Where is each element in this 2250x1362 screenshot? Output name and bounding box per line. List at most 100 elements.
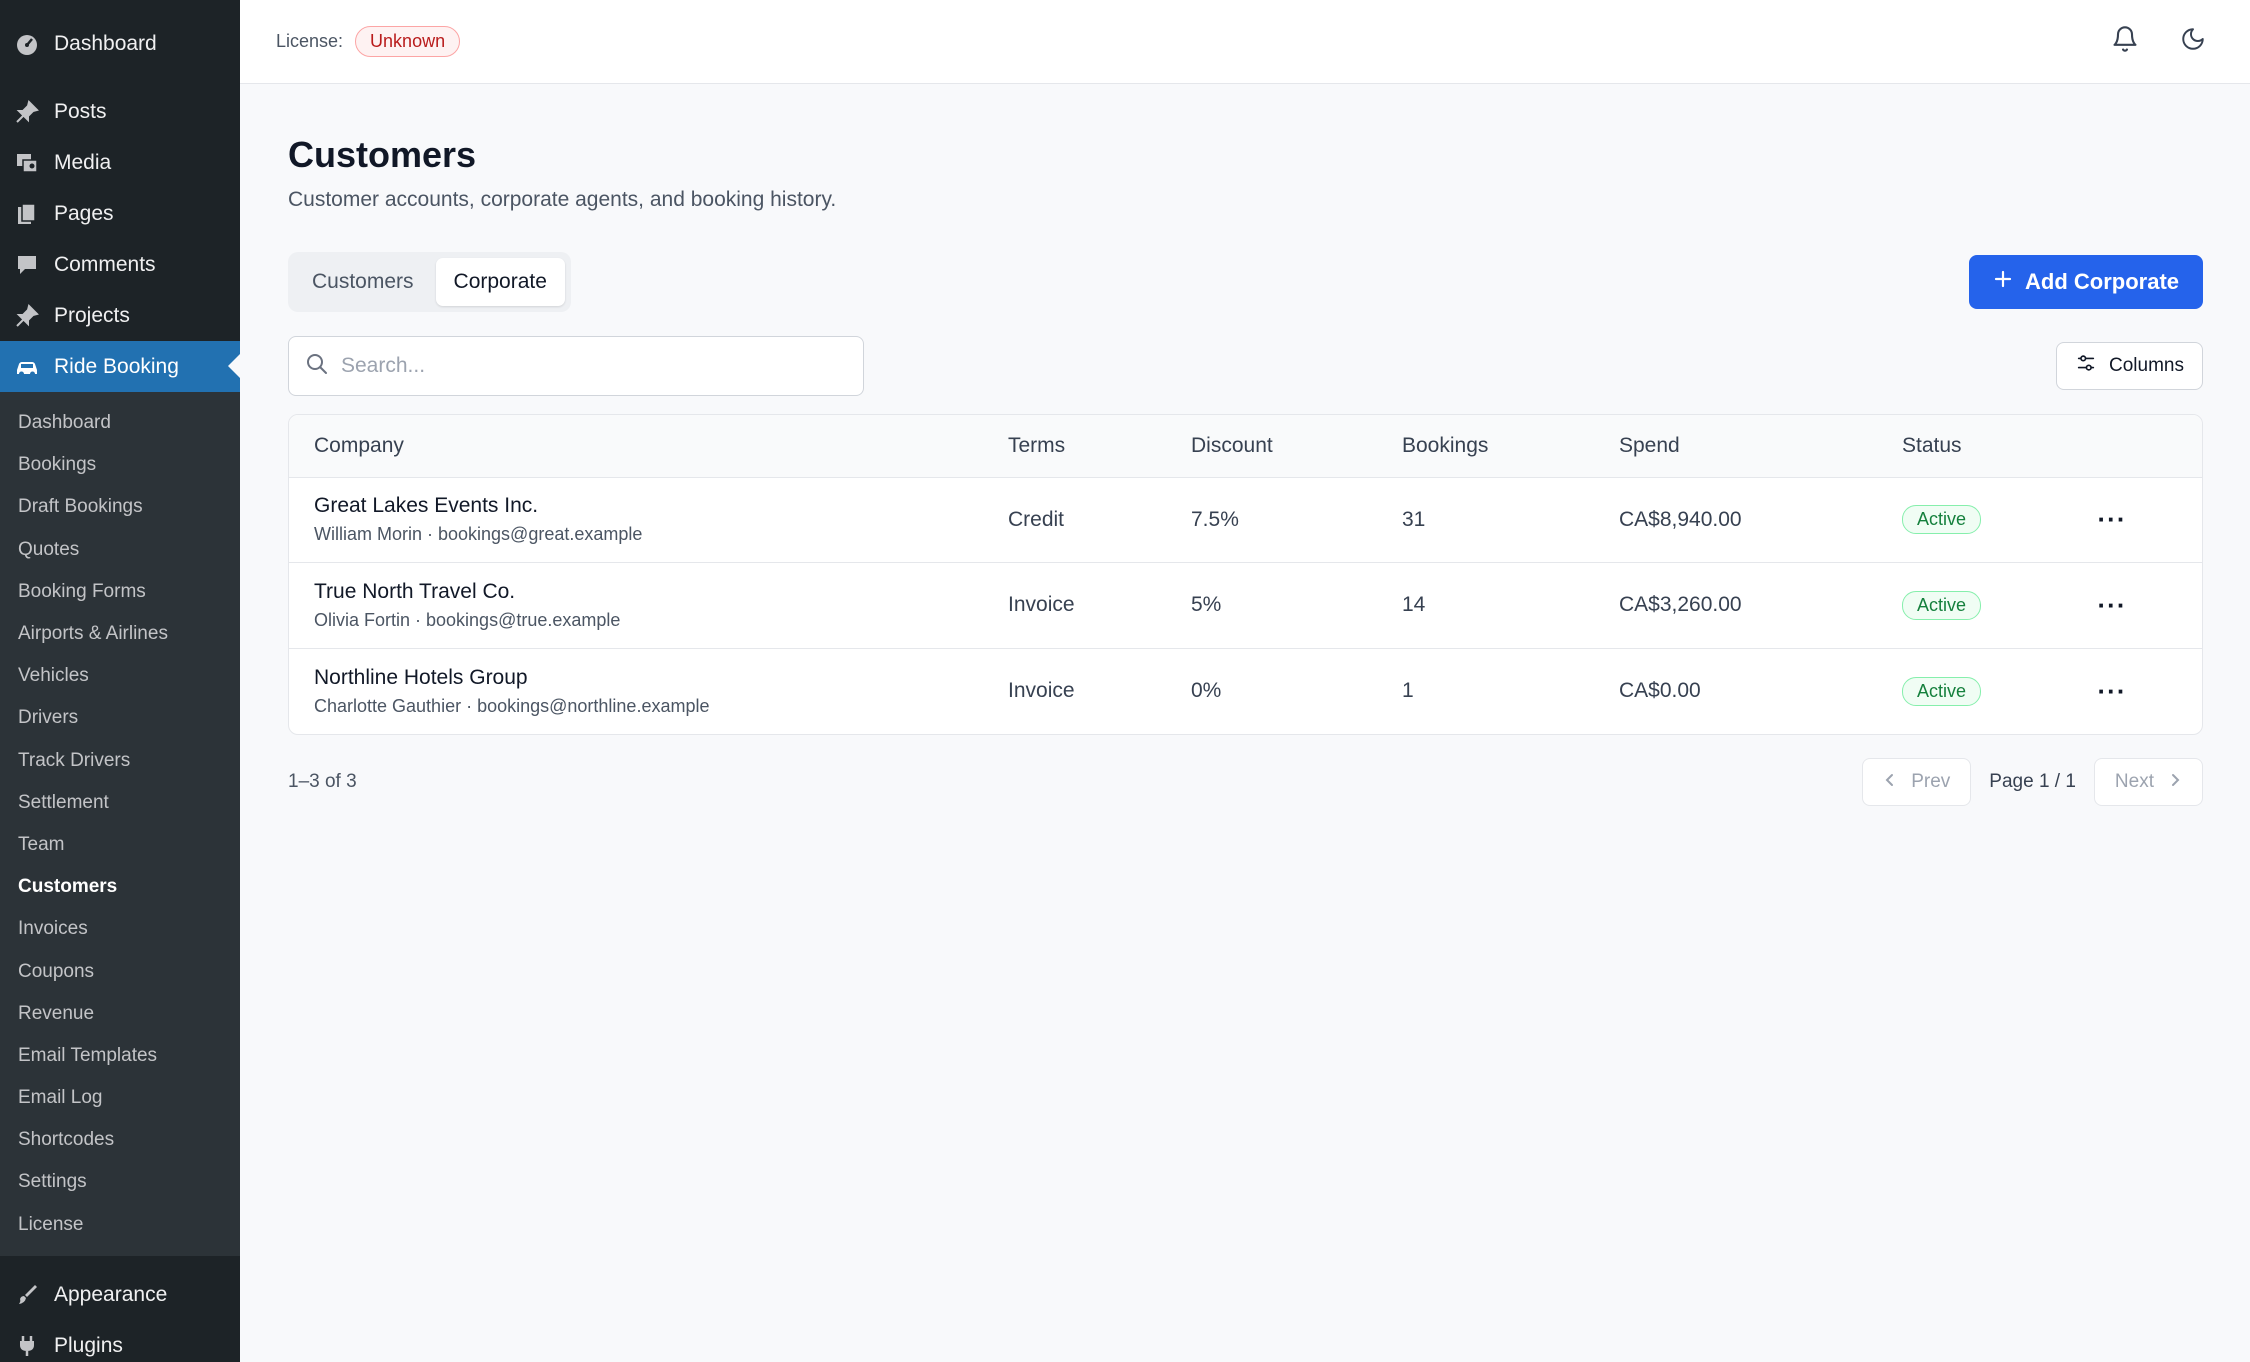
sidebar-item-label: Plugins [54,1334,123,1358]
submenu-item-email-templates[interactable]: Email Templates [0,1035,240,1077]
page-subtitle: Customer accounts, corporate agents, and… [288,188,837,211]
moon-icon[interactable] [2176,22,2210,56]
spend-cell: CA$3,260.00 [1619,593,1742,617]
license-status-badge: Unknown [355,26,461,57]
add-corporate-button[interactable]: Add Corporate [1969,255,2203,309]
bookings-cell: 31 [1402,507,1426,531]
prev-page-button[interactable]: Prev [1862,758,1972,806]
submenu-item-drivers[interactable]: Drivers [0,697,240,739]
plus-icon [1993,269,2013,295]
bell-icon[interactable] [2108,22,2142,56]
submenu-item-shortcodes[interactable]: Shortcodes [0,1119,240,1161]
sidebar-item-ride-booking[interactable]: Ride Booking [0,341,240,392]
columns-button[interactable]: Columns [2056,342,2203,390]
table-row[interactable]: True North Travel Co. Olivia Fortin · bo… [289,563,2202,648]
company-contact: William Morin · bookings@great.example [314,524,643,545]
submenu-item-revenue[interactable]: Revenue [0,993,240,1035]
gauge-icon [14,31,40,57]
media-icon [14,150,40,176]
company-name[interactable]: Great Lakes Events Inc. [314,494,1008,518]
car-icon [14,354,40,380]
result-range: 1–3 of 3 [288,771,357,792]
terms-cell: Invoice [1008,679,1075,702]
submenu-item-booking-forms[interactable]: Booking Forms [0,571,240,613]
submenu-item-settlement[interactable]: Settlement [0,782,240,824]
prev-label: Prev [1911,771,1951,792]
sidebar-item-label: Comments [54,252,156,276]
sidebar-item-label: Pages [54,201,114,225]
more-actions-icon[interactable]: ··· [2092,590,2132,620]
next-page-button[interactable]: Next [2093,758,2203,806]
sidebar-item-projects[interactable]: Projects [0,290,240,341]
submenu-item-dashboard[interactable]: Dashboard [0,402,240,444]
search-box [288,336,864,396]
spend-cell: CA$8,940.00 [1619,507,1742,531]
sidebar-item-label: Ride Booking [54,354,179,378]
submenu-item-settings[interactable]: Settings [0,1161,240,1203]
column-header-status[interactable]: Status [1902,415,2092,477]
add-corporate-label: Add Corporate [2025,269,2179,294]
sidebar-item-label: Dashboard [54,31,157,55]
terms-cell: Invoice [1008,593,1075,617]
submenu-item-license[interactable]: License [0,1204,240,1246]
submenu-item-coupons[interactable]: Coupons [0,950,240,992]
submenu-item-draft-bookings[interactable]: Draft Bookings [0,486,240,528]
comment-icon [14,252,40,278]
submenu-item-invoices[interactable]: Invoices [0,908,240,950]
tab-corporate[interactable]: Corporate [435,258,565,306]
table-row[interactable]: Northline Hotels Group Charlotte Gauthie… [289,648,2202,734]
company-name[interactable]: Northline Hotels Group [314,666,1008,690]
tab-group: Customers Corporate [288,252,571,312]
pagination: Prev Page 1 / 1 Next [1862,758,2203,806]
submenu-item-email-log[interactable]: Email Log [0,1077,240,1119]
submenu-item-quotes[interactable]: Quotes [0,529,240,571]
sidebar-item-posts[interactable]: Posts [0,86,240,137]
table-row[interactable]: Great Lakes Events Inc. William Morin · … [289,477,2202,563]
sidebar-item-pages[interactable]: Pages [0,188,240,239]
pin-icon [14,303,40,329]
submenu-item-bookings[interactable]: Bookings [0,444,240,486]
page-title: Customers [288,134,477,175]
sidebar-item-label: Posts [54,99,107,123]
admin-sidebar: Dashboard Posts Media Pages Comments Pro… [0,0,240,1362]
submenu-item-team[interactable]: Team [0,824,240,866]
company-name[interactable]: True North Travel Co. [314,580,1008,604]
table-header-row: Company Terms Discount Bookings Spend St… [289,415,2202,477]
discount-cell: 7.5% [1191,507,1239,531]
plug-icon [14,1333,40,1359]
chevron-left-icon [1883,771,1897,793]
sliders-icon [2075,352,2097,380]
column-header-spend[interactable]: Spend [1619,415,1902,477]
page-indicator: Page 1 / 1 [1989,771,2076,792]
company-contact: Charlotte Gauthier · bookings@northline.… [314,695,710,716]
column-header-company[interactable]: Company [289,415,1008,477]
terms-cell: Credit [1008,507,1065,531]
submenu-item-customers[interactable]: Customers [0,866,240,908]
pages-icon [14,201,40,227]
column-header-bookings[interactable]: Bookings [1402,415,1619,477]
sidebar-item-label: Appearance [54,1283,168,1307]
sidebar-item-dashboard[interactable]: Dashboard [0,18,240,69]
status-badge: Active [1902,505,1982,535]
column-header-terms[interactable]: Terms [1008,415,1191,477]
submenu-item-airports-airlines[interactable]: Airports & Airlines [0,613,240,655]
sidebar-item-comments[interactable]: Comments [0,239,240,290]
search-input[interactable] [341,354,821,378]
sidebar-item-media[interactable]: Media [0,137,240,188]
column-header-discount[interactable]: Discount [1191,415,1402,477]
search-icon [305,352,329,381]
chevron-right-icon [2168,771,2182,793]
submenu-item-vehicles[interactable]: Vehicles [0,655,240,697]
discount-cell: 5% [1191,593,1222,617]
spend-cell: CA$0.00 [1619,679,1701,702]
sidebar-item-appearance[interactable]: Appearance [0,1270,240,1321]
tab-customers[interactable]: Customers [294,258,432,306]
submenu-item-track-drivers[interactable]: Track Drivers [0,740,240,782]
status-badge: Active [1902,590,1982,620]
status-badge: Active [1902,676,1982,706]
sidebar-item-plugins[interactable]: Plugins [0,1321,240,1362]
more-actions-icon[interactable]: ··· [2092,504,2132,535]
more-actions-icon[interactable]: ··· [2092,676,2132,706]
column-header-actions [2092,415,2202,477]
ride-booking-submenu: Dashboard Bookings Draft Bookings Quotes… [0,392,240,1256]
